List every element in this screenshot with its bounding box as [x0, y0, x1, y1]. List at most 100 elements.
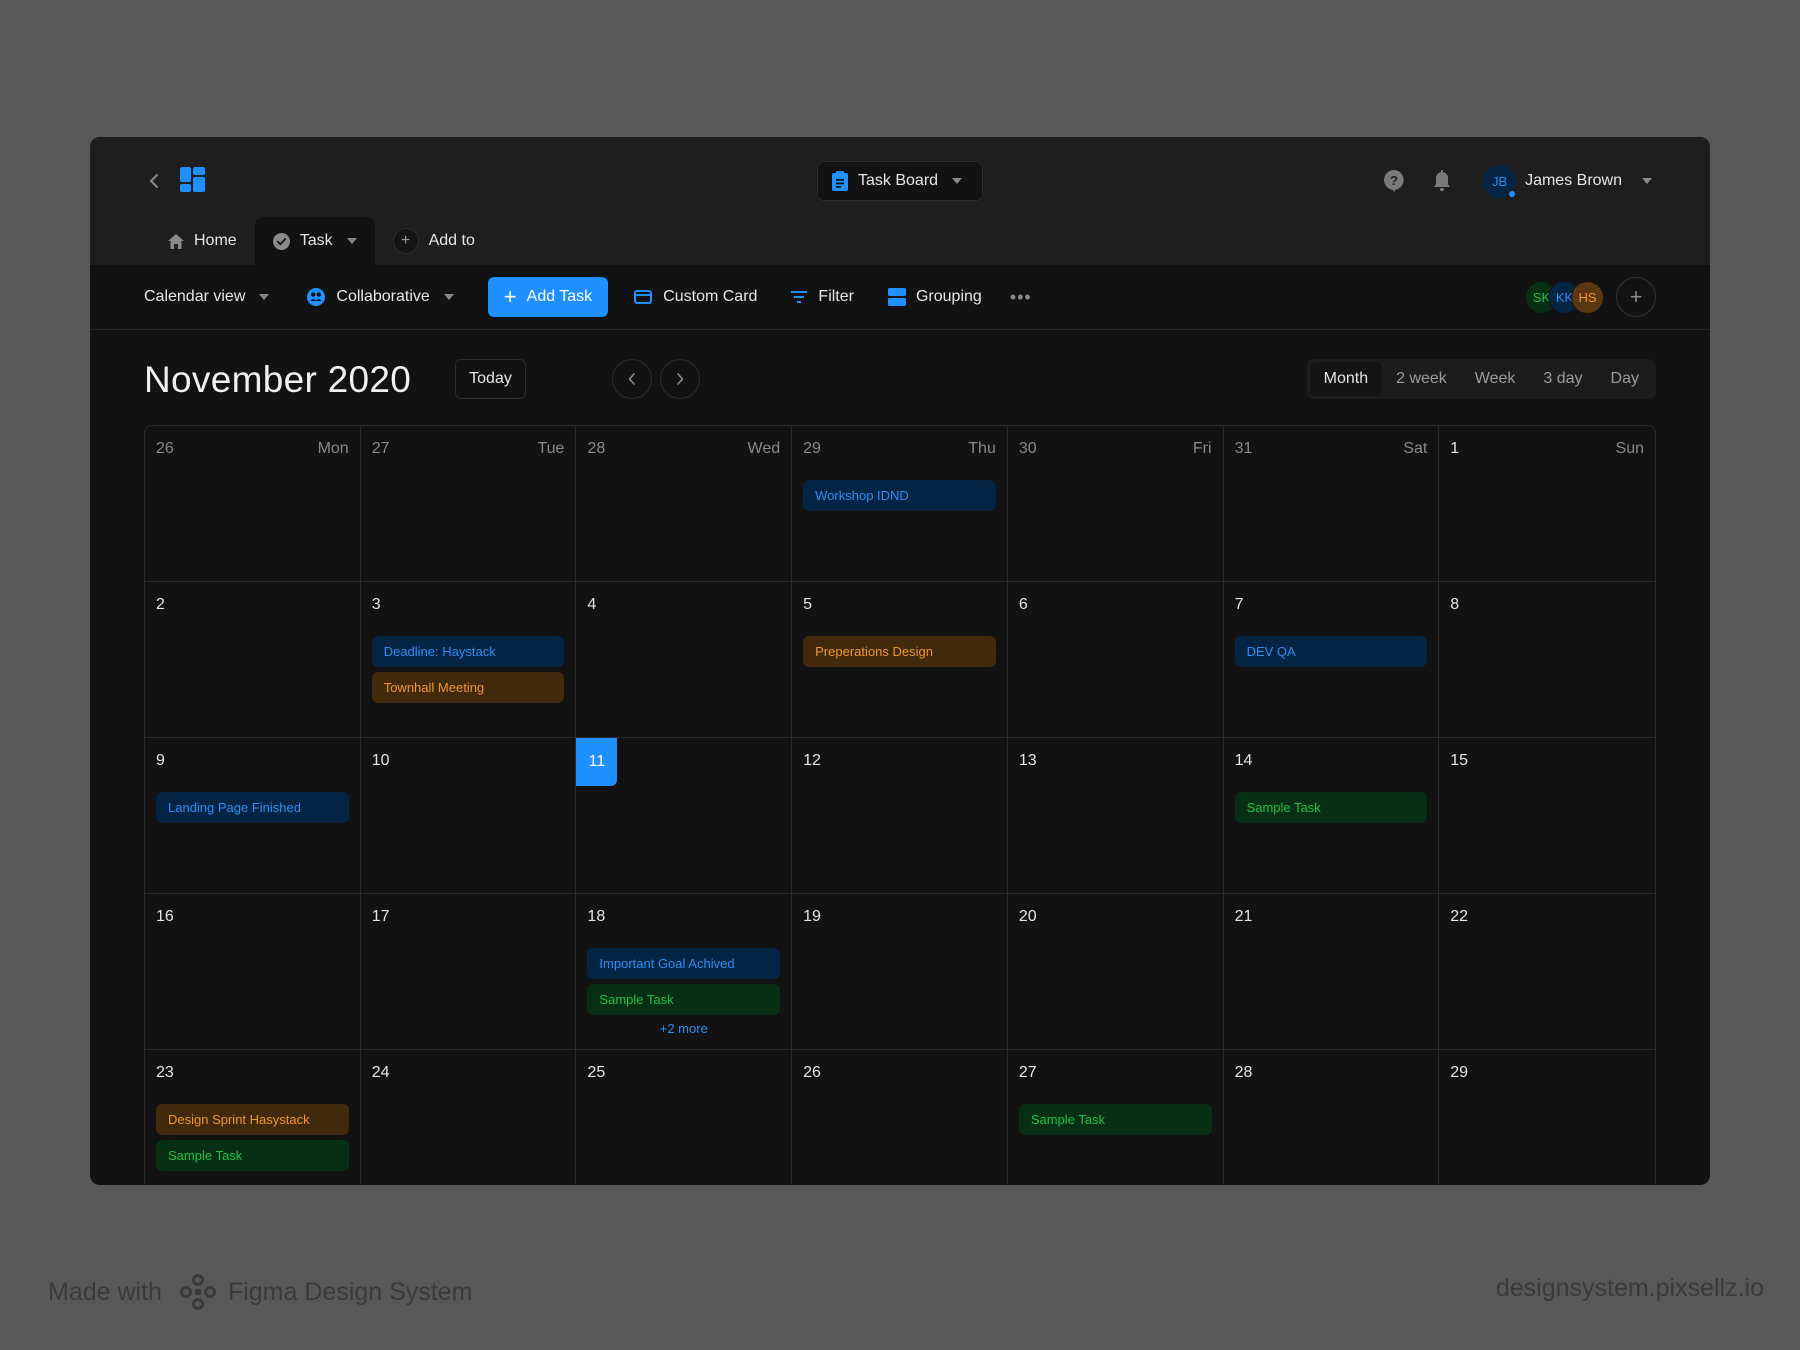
- calendar-day[interactable]: 12: [792, 738, 1008, 894]
- custom-card-label: Custom Card: [663, 288, 758, 305]
- tab-task[interactable]: Task: [254, 217, 375, 265]
- user-avatar[interactable]: JB: [1483, 164, 1518, 199]
- event-chip[interactable]: Important Goal Achived: [587, 948, 781, 979]
- day-number: 25: [587, 1064, 606, 1081]
- calendar-day[interactable]: 13: [1007, 738, 1224, 894]
- calendar-day[interactable]: 15: [1439, 738, 1655, 894]
- event-chip[interactable]: Sample Task: [1234, 792, 1428, 823]
- app-logo-icon[interactable]: [180, 167, 205, 192]
- calendar-day[interactable]: 26 Mon: [145, 426, 361, 582]
- tab-add-to[interactable]: + Add to: [375, 217, 493, 265]
- event-chip[interactable]: Design Sprint Hasystack: [156, 1104, 349, 1135]
- chevron-right-icon: [677, 373, 684, 385]
- calendar-day[interactable]: 26: [792, 1050, 1008, 1185]
- add-member-button[interactable]: +: [1616, 277, 1656, 317]
- bell-icon[interactable]: [1429, 168, 1455, 194]
- brand-text: Figma Design System: [227, 1277, 473, 1306]
- calendar-day[interactable]: 7 DEV QA: [1223, 582, 1440, 738]
- calendar-day-today[interactable]: 11: [576, 738, 793, 894]
- day-number: 23: [156, 1064, 174, 1081]
- calendar-day[interactable]: 25: [576, 1050, 793, 1185]
- help-icon[interactable]: ?: [1381, 168, 1407, 194]
- event-chip[interactable]: Deadline: Haystack: [371, 636, 565, 667]
- calendar-day[interactable]: 14 Sample Task: [1223, 738, 1440, 894]
- tab-label: Home: [194, 232, 237, 249]
- more-options-icon[interactable]: •••: [1010, 287, 1032, 308]
- calendar-day[interactable]: 29 Thu Workshop IDND: [792, 426, 1008, 582]
- user-menu-chevron-icon[interactable]: [1642, 178, 1652, 184]
- view-option-week[interactable]: Week: [1461, 362, 1530, 396]
- calendar-day[interactable]: 28: [1224, 1050, 1440, 1185]
- back-chevron-icon[interactable]: [148, 171, 168, 195]
- grouping-label: Grouping: [915, 288, 982, 305]
- event-chip[interactable]: Preperations Design: [803, 636, 996, 667]
- plus-circle-icon: +: [392, 228, 419, 254]
- collaborative-label: Collaborative: [336, 288, 430, 305]
- day-number: 4: [587, 596, 597, 613]
- calendar-day[interactable]: 1 Sun: [1439, 426, 1655, 582]
- chevron-down-icon: [259, 294, 270, 300]
- view-option-2-week[interactable]: 2 week: [1382, 362, 1461, 396]
- calendar-day[interactable]: 6: [1007, 582, 1224, 738]
- custom-card-button[interactable]: Custom Card: [634, 288, 757, 306]
- home-icon: [168, 233, 184, 249]
- calendar-day[interactable]: 3 Deadline: Haystack Townhall Meeting: [360, 582, 577, 738]
- event-chip[interactable]: Sample Task: [156, 1140, 349, 1171]
- calendar-day[interactable]: 8: [1439, 582, 1655, 738]
- event-chip[interactable]: Landing Page Finished: [156, 792, 349, 823]
- day-number: 14: [1234, 752, 1253, 769]
- calendar-day[interactable]: 22: [1439, 894, 1655, 1050]
- calendar-day[interactable]: 21: [1223, 894, 1440, 1050]
- calendar-day[interactable]: 2: [145, 582, 361, 738]
- day-number: 6: [1018, 596, 1028, 613]
- calendar-day[interactable]: 23 Design Sprint Hasystack Sample Task: [145, 1050, 361, 1185]
- calendar-day[interactable]: 28 Wed: [576, 426, 793, 582]
- board-selector[interactable]: Task Board: [817, 161, 983, 201]
- calendar-day[interactable]: 18 Important Goal Achived Sample Task +2 mo…: [576, 894, 793, 1050]
- today-button[interactable]: Today: [455, 359, 526, 399]
- calendar-day[interactable]: 9 Landing Page Finished: [145, 738, 361, 894]
- next-month-button[interactable]: [660, 359, 700, 399]
- calendar-day[interactable]: 4: [576, 582, 793, 738]
- day-number: 30: [1018, 440, 1037, 457]
- day-number: 26: [803, 1064, 821, 1081]
- event-chip[interactable]: Sample Task: [587, 984, 781, 1015]
- chevron-down-icon[interactable]: [346, 238, 357, 244]
- calendar-view-dropdown[interactable]: Calendar view: [144, 288, 270, 306]
- prev-month-button[interactable]: [612, 359, 652, 399]
- calendar-day[interactable]: 27 Tue: [360, 426, 577, 582]
- user-name[interactable]: James Brown: [1525, 172, 1622, 190]
- day-number: 9: [156, 752, 165, 769]
- day-number: 21: [1234, 908, 1253, 925]
- view-option-month[interactable]: Month: [1309, 362, 1383, 396]
- day-number: 29: [1450, 1064, 1469, 1081]
- check-circle-icon: [272, 232, 290, 250]
- event-chip[interactable]: Workshop IDND: [803, 480, 996, 511]
- event-list: Design Sprint Hasystack Sample Task: [156, 1104, 349, 1171]
- add-task-button[interactable]: + Add Task: [487, 277, 609, 317]
- collaborative-dropdown[interactable]: Collaborative: [307, 288, 454, 306]
- grouping-button[interactable]: Grouping: [887, 288, 982, 306]
- calendar-day[interactable]: 16: [145, 894, 361, 1050]
- event-chip[interactable]: DEV QA: [1234, 636, 1428, 667]
- calendar-day[interactable]: 27 Sample Task: [1008, 1050, 1224, 1185]
- calendar-day[interactable]: 19: [792, 894, 1008, 1050]
- tab-home[interactable]: Home: [150, 217, 255, 265]
- member-avatar[interactable]: HS: [1571, 280, 1604, 314]
- calendar-day[interactable]: 29: [1439, 1050, 1655, 1185]
- view-option-3-day[interactable]: 3 day: [1529, 362, 1596, 396]
- calendar-day[interactable]: 20: [1007, 894, 1224, 1050]
- event-chip[interactable]: Sample Task: [1018, 1104, 1212, 1135]
- calendar-day[interactable]: 17: [360, 894, 577, 1050]
- view-option-day[interactable]: Day: [1597, 362, 1653, 396]
- event-list: Important Goal Achived Sample Task +2 more: [587, 948, 781, 1036]
- calendar-day[interactable]: 5 Preperations Design: [792, 582, 1008, 738]
- event-chip[interactable]: Townhall Meeting: [371, 672, 565, 703]
- calendar-day[interactable]: 31 Sat: [1223, 426, 1440, 582]
- weekday-label: Mon: [317, 440, 349, 457]
- calendar-day[interactable]: 24: [361, 1050, 577, 1185]
- calendar-day[interactable]: 10: [360, 738, 577, 894]
- filter-button[interactable]: Filter: [791, 288, 854, 306]
- more-events-link[interactable]: +2 more: [587, 1021, 780, 1036]
- calendar-day[interactable]: 30 Fri: [1007, 426, 1224, 582]
